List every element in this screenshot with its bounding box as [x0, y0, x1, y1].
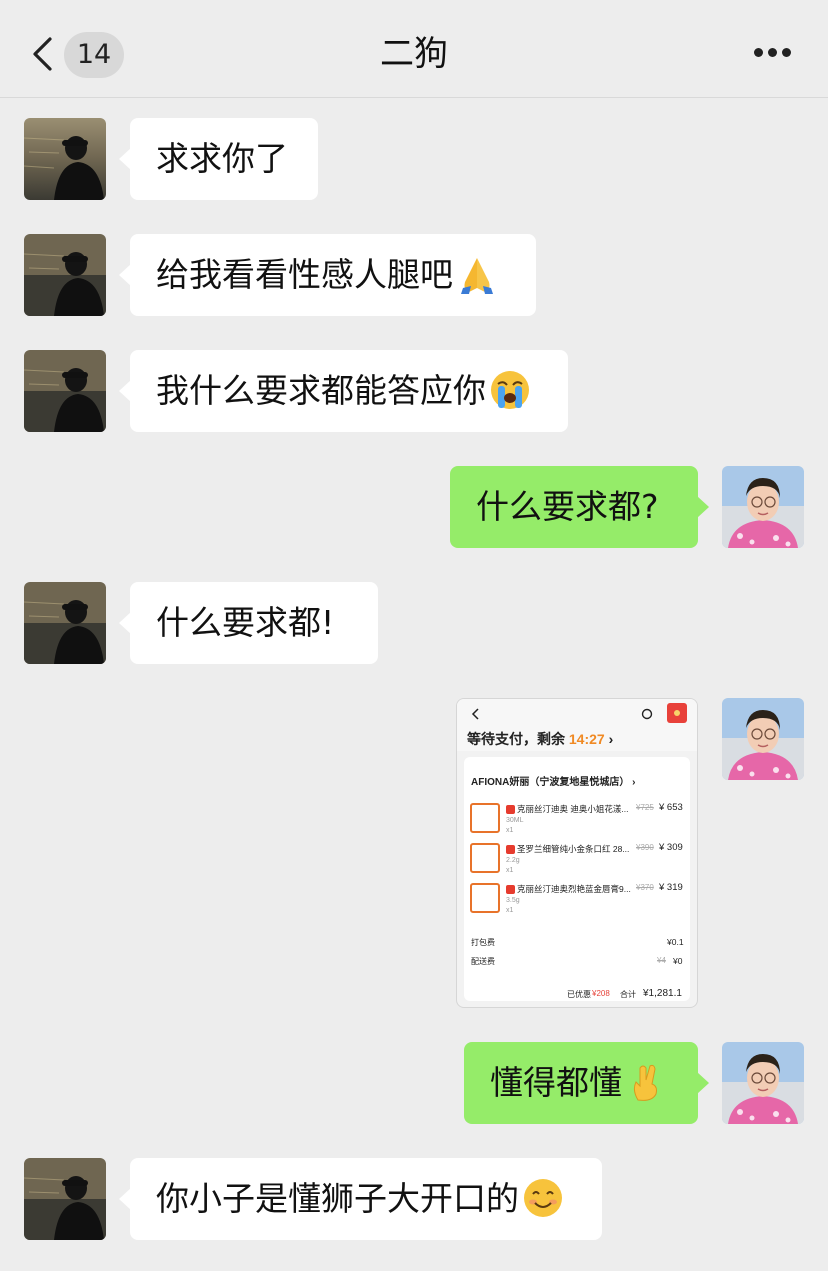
message-text: 什么要求都?: [476, 487, 659, 526]
self-avatar[interactable]: [722, 698, 804, 780]
packing-fee-value: ¥0.1: [667, 937, 684, 947]
order-screenshot-topbar: 等待支付，剩余 14:27 ›: [457, 699, 697, 751]
delivery-fee-value: ¥0: [673, 956, 683, 966]
product-spec: 30ML: [506, 817, 524, 824]
message-bubble-incoming[interactable]: 给我看看性感人腿吧: [119, 234, 536, 316]
crossed-fingers-emoji: [633, 1064, 657, 1101]
product-thumbnail: [470, 883, 500, 913]
product-thumbnail: [470, 803, 500, 833]
chat-header: 14 二狗: [0, 0, 828, 98]
product-old-price: ¥370: [636, 883, 654, 892]
chat-title: 二狗: [380, 34, 448, 74]
store-name-text: AFIONA妍丽（宁波复地星悦城店）: [471, 777, 630, 788]
contact-avatar[interactable]: [24, 1158, 106, 1240]
product-qty: x1: [506, 827, 514, 834]
product-old-price: ¥725: [636, 803, 654, 812]
total-value: ¥1,281.1: [643, 988, 682, 999]
packing-fee-label: 打包费: [471, 938, 495, 947]
product-name: 克丽丝汀迪奥烈艳蓝金唇膏9...: [517, 884, 631, 894]
product-name: 圣罗兰细管纯小金条口红 28...: [517, 844, 630, 854]
delivery-fee-label: 配送费: [471, 957, 495, 966]
product-qty: x1: [506, 907, 514, 914]
message-text: 懂得都懂: [490, 1063, 622, 1102]
product-spec: 2.2g: [506, 857, 520, 864]
product-thumbnail: [470, 843, 500, 873]
order-timer: 14:27: [568, 731, 605, 747]
store-name: AFIONA妍丽（宁波复地星悦城店） ›: [471, 777, 636, 788]
message-bubble-incoming[interactable]: 求求你了: [119, 118, 318, 200]
crying-face-emoji: [491, 370, 529, 409]
order-screenshot-image[interactable]: 等待支付，剩余 14:27 › AFIONA妍丽（宁波复地星悦城店） › 克丽丝…: [456, 698, 698, 1008]
message-text: 给我看看性感人腿吧: [156, 255, 453, 294]
customer-service-icon: [641, 708, 653, 720]
self-avatar[interactable]: [722, 1042, 804, 1124]
message-text: 求求你了: [156, 139, 288, 178]
order-status: 等待支付，剩余 14:27 ›: [467, 731, 614, 747]
message-bubble-outgoing[interactable]: 什么要求都?: [450, 466, 709, 548]
message-bubble-incoming[interactable]: 我什么要求都能答应你: [119, 350, 568, 432]
product-tag-icon: [506, 805, 515, 814]
message-bubble-incoming[interactable]: 什么要求都!: [119, 582, 378, 664]
message-text: 我什么要求都能答应你: [156, 371, 486, 410]
folded-hands-emoji: [461, 257, 493, 294]
product-spec: 3.5g: [506, 897, 520, 904]
smiling-face-emoji: [524, 1178, 562, 1217]
self-avatar[interactable]: [722, 466, 804, 548]
product-price: ¥ 319: [659, 882, 683, 893]
contact-avatar[interactable]: [24, 582, 106, 664]
total-label: 合计: [620, 990, 636, 999]
product-price: ¥ 309: [659, 842, 683, 853]
message-text: 你小子是懂狮子大开口的: [156, 1179, 519, 1218]
contact-avatar[interactable]: [24, 234, 106, 316]
message-bubble-outgoing[interactable]: 懂得都懂: [464, 1042, 709, 1124]
back-chevron-icon: [471, 708, 479, 720]
contact-avatar[interactable]: [24, 118, 106, 200]
order-status-text: 等待支付，剩余: [467, 731, 565, 747]
red-packet-icon: [667, 703, 687, 723]
order-card: AFIONA妍丽（宁波复地星悦城店） › 克丽丝汀迪奥 迪奥小姐花漾... 30…: [464, 757, 690, 1001]
product-tag-icon: [506, 885, 515, 894]
delivery-fee-old: ¥4: [657, 956, 666, 965]
product-name: 克丽丝汀迪奥 迪奥小姐花漾...: [517, 804, 629, 814]
message-bubble-incoming[interactable]: 你小子是懂狮子大开口的: [119, 1158, 602, 1240]
contact-avatar[interactable]: [24, 350, 106, 432]
discount-value: ¥208: [592, 989, 610, 998]
product-price: ¥ 653: [659, 802, 683, 813]
product-tag-icon: [506, 845, 515, 854]
message-text: 什么要求都!: [156, 603, 335, 642]
more-dots-icon[interactable]: [754, 48, 792, 60]
product-qty: x1: [506, 867, 514, 874]
product-old-price: ¥390: [636, 843, 654, 852]
discount-label: 已优惠: [567, 990, 591, 999]
